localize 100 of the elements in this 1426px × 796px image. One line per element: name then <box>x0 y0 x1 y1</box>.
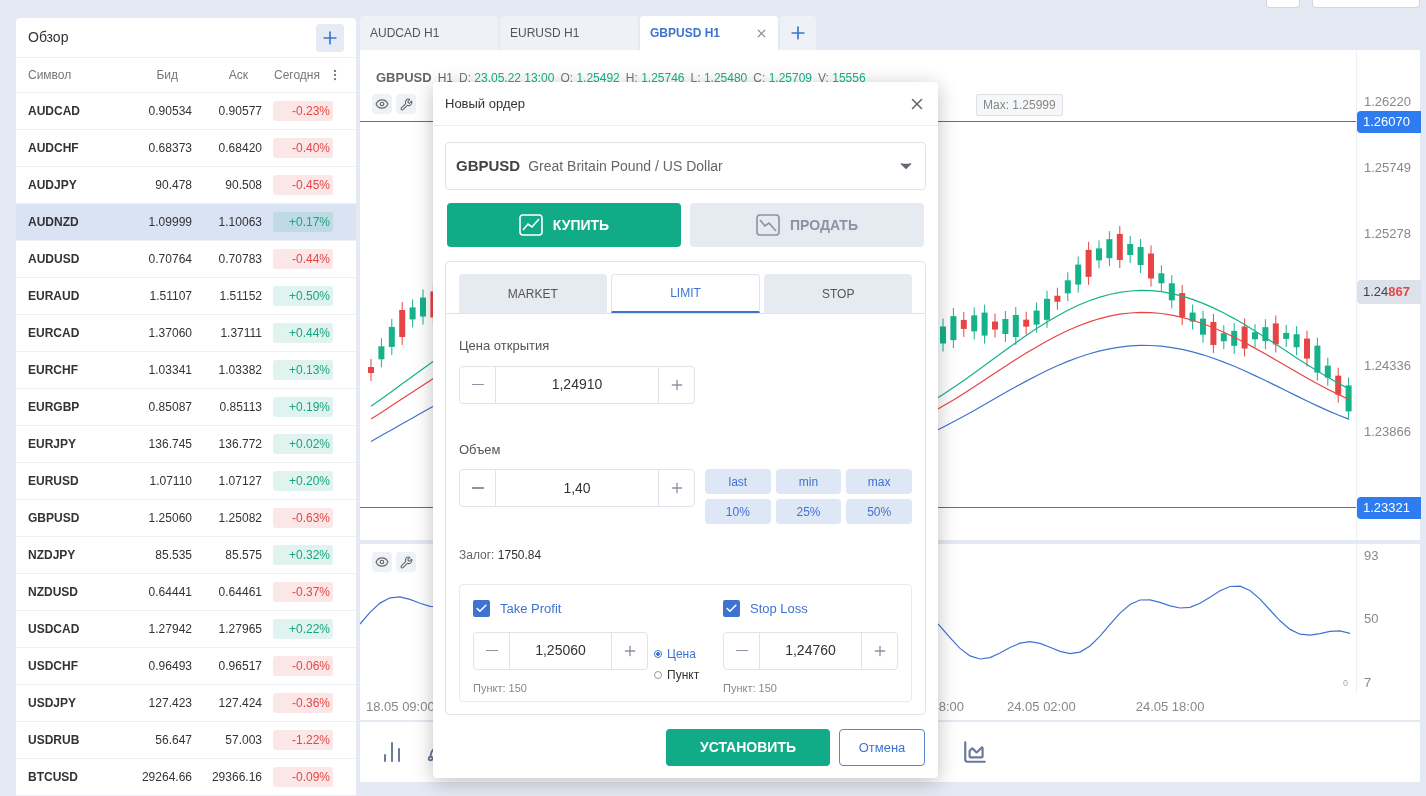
bid-cell-text: 0.64441 <box>147 584 192 601</box>
area-chart-icon[interactable] <box>962 739 988 765</box>
ask-cell-text: 90.508 <box>224 177 262 194</box>
wrench-icon[interactable] <box>396 94 416 114</box>
checkbox[interactable] <box>473 600 490 618</box>
volume-preset-button[interactable]: 10% <box>705 499 771 524</box>
watchlist-row[interactable]: USDRUB 56.647 57.003 -1.22% <box>16 722 356 759</box>
number-stepper[interactable]: 1,24760 <box>723 631 898 670</box>
volume-preset-button[interactable]: max <box>846 469 912 494</box>
add-button[interactable] <box>316 23 344 52</box>
column-header: Бид <box>155 67 178 85</box>
watchlist-row[interactable]: NZDJPY 85.535 85.575 +0.32% <box>16 537 356 574</box>
watchlist-row[interactable]: AUDNZD 1.09999 1.10063 +0.17% <box>16 204 356 241</box>
number-stepper[interactable]: 1,25060 <box>473 631 648 670</box>
price-tick: 1.25749 <box>1364 159 1411 177</box>
chart-tab[interactable]: GBPUSD H1 <box>640 16 778 50</box>
watchlist-row[interactable]: EURGBP 0.85087 0.85113 +0.19% <box>16 389 356 426</box>
order-type-tab[interactable]: MARKET <box>459 274 607 313</box>
bid-cell-text: 0.90534 <box>147 103 192 120</box>
watchlist-row[interactable]: USDCHF 0.96493 0.96517 -0.06% <box>16 648 356 685</box>
order-type-tab[interactable]: STOP <box>764 274 912 313</box>
watchlist-row[interactable]: GBPUSD 1.25060 1.25082 -0.63% <box>16 500 356 537</box>
chart-frame-icon <box>756 214 781 236</box>
ask-cell-text: 1.27965 <box>217 621 262 638</box>
change-badge: +0.50% <box>273 286 333 306</box>
volume-preset-button[interactable]: 50% <box>846 499 912 524</box>
change-badge: -0.23% <box>273 101 333 121</box>
symbol-cell-text: AUDUSD <box>28 251 81 268</box>
watchlist-row[interactable]: AUDCAD 0.90534 0.90577 -0.23% <box>16 93 356 130</box>
ask-cell-text: 1.37111 <box>219 325 262 342</box>
watchlist-row[interactable]: EURJPY 136.745 136.772 +0.02% <box>16 426 356 463</box>
volume-preset-button[interactable]: 25% <box>775 499 842 524</box>
add-tab-button[interactable] <box>780 16 816 50</box>
chart-tab[interactable]: EURUSD H1 <box>500 16 638 50</box>
watchlist-row[interactable]: USDCAD 1.27942 1.27965 +0.22% <box>16 611 356 648</box>
bid-cell-text: 0.70764 <box>147 251 192 268</box>
checkbox-label: Take Profit <box>500 600 562 618</box>
symbol-cell-text: EURCHF <box>28 362 79 379</box>
chart-tab[interactable]: AUDCAD H1 <box>360 16 498 50</box>
watchlist-row[interactable]: NZDUSD 0.64441 0.64461 -0.37% <box>16 574 356 611</box>
ask-cell-text: 0.68420 <box>217 140 262 157</box>
oscillator-tick: 50 <box>1364 610 1380 629</box>
price-line-label: 1.23321 <box>1357 497 1421 519</box>
order-type-tab[interactable]: LIMIT <box>610 274 761 313</box>
max-label: Max: 1.25999 <box>976 94 1063 116</box>
watchlist-row[interactable]: EURCHF 1.03341 1.03382 +0.13% <box>16 352 356 389</box>
watchlist-row[interactable]: BTCUSD 29264.66 29366.16 -0.09% <box>16 759 356 796</box>
ask-cell-text: 0.90577 <box>217 103 262 120</box>
number-stepper[interactable]: 1,24910 <box>459 365 695 404</box>
checkbox[interactable] <box>723 600 740 618</box>
number-value: 1,24910 <box>550 375 604 394</box>
watchlist-row[interactable]: EURCAD 1.37060 1.37111 +0.44% <box>16 315 356 352</box>
bid-cell-text: 85.535 <box>154 547 192 564</box>
points-text: Пункт: 150 <box>473 680 528 696</box>
ohlc-value: H: 1.25746 <box>625 70 685 87</box>
number-stepper[interactable]: 1,40 <box>459 469 695 507</box>
oscillator-tick: 93 <box>1364 547 1380 565</box>
watchlist-row[interactable]: AUDUSD 0.70764 0.70783 -0.44% <box>16 241 356 278</box>
field-label: Цена открытия <box>459 337 551 355</box>
change-badge: -0.09% <box>273 767 333 787</box>
symbol-cell-text: USDRUB <box>28 732 81 749</box>
bid-cell-text: 90.478 <box>154 177 192 194</box>
volume-preset-button[interactable]: min <box>775 469 842 494</box>
volume-preset-button[interactable]: last <box>705 469 771 494</box>
symbol-cell-text: NZDJPY <box>28 547 77 564</box>
dialog-title: Новый ордер <box>445 94 525 113</box>
eye-icon[interactable] <box>372 94 392 114</box>
ohlc-value: D: 23.05.22 13:00 <box>458 70 555 87</box>
field-label: Объем <box>459 440 502 459</box>
watchlist-row[interactable]: EURUSD 1.07110 1.07127 +0.20% <box>16 463 356 500</box>
points-text: Пункт: 150 <box>723 680 778 696</box>
symbol-cell-text: USDCHF <box>28 658 79 675</box>
eye-icon[interactable] <box>372 552 392 572</box>
mode-radio[interactable]: Цена <box>654 645 717 663</box>
bid-cell-text: 1.27942 <box>147 621 192 638</box>
symbol-cell-text: EURAUD <box>28 288 81 305</box>
ohlc-value: O: 1.25492 <box>560 70 620 87</box>
change-badge: -0.06% <box>273 656 333 676</box>
bid-cell-text: 29264.66 <box>140 769 192 786</box>
bid-cell-text: 127.423 <box>147 695 192 712</box>
symbol-cell-text: BTCUSD <box>28 769 79 786</box>
watchlist-row[interactable]: AUDCHF 0.68373 0.68420 -0.40% <box>16 130 356 167</box>
ohlc-value: C: 1.25709 <box>753 70 812 87</box>
bid-cell-text: 0.68373 <box>147 140 192 157</box>
symbol-select[interactable]: GBPUSD Great Britain Pound / US Dollar <box>445 142 926 190</box>
column-header: Сегодня <box>274 67 320 85</box>
panel-title: Обзор <box>28 28 69 48</box>
time-tick: 24.05 02:00 <box>1007 698 1076 717</box>
minus-icon <box>471 383 484 386</box>
ask-cell-text: 1.07127 <box>217 473 262 490</box>
chart-symbol: GBPUSD <box>376 69 432 87</box>
mode-radio[interactable]: Пункт <box>654 666 717 684</box>
change-badge: -0.40% <box>273 138 333 158</box>
wrench-icon[interactable] <box>396 552 416 572</box>
watchlist-row[interactable]: USDJPY 127.423 127.424 -0.36% <box>16 685 356 722</box>
cancel-button[interactable]: Отмена <box>839 729 925 766</box>
margin-text: Залог: 1750.84 <box>459 547 543 564</box>
watchlist-row[interactable]: EURAUD 1.51107 1.51152 +0.50% <box>16 278 356 315</box>
change-badge: +0.32% <box>273 545 333 565</box>
time-tick: 24.05 18:00 <box>1135 698 1205 717</box>
